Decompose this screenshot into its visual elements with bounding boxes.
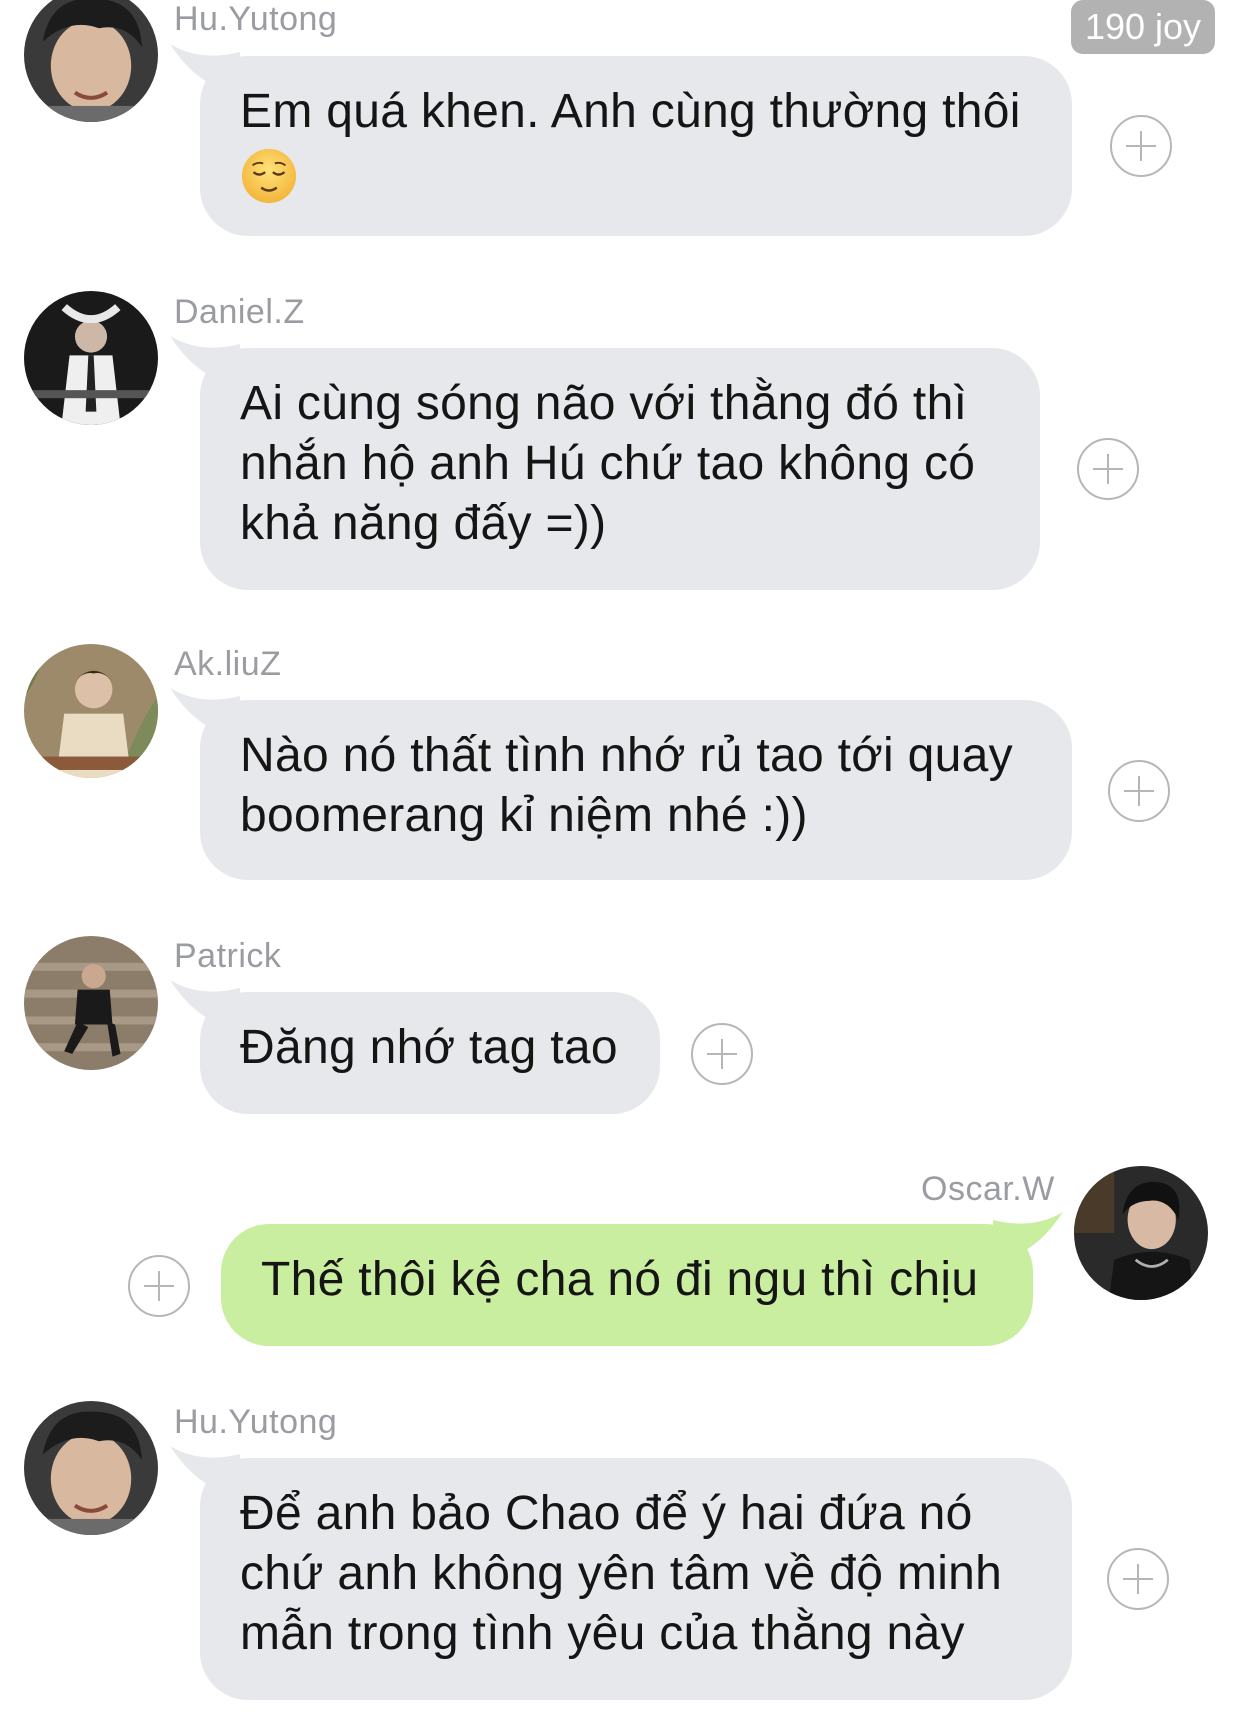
- avatar-oscar-w[interactable]: [1074, 1166, 1208, 1300]
- avatar-image: [24, 0, 158, 122]
- joy-points-badge: 190 joy: [1071, 0, 1215, 54]
- message-bubble[interactable]: Em quá khen. Anh cùng thường thôi: [170, 44, 1072, 236]
- add-reaction-button[interactable]: [1077, 438, 1139, 500]
- message-bubble[interactable]: Ai cùng sóng não với thằng đó thì nhắn h…: [170, 336, 1040, 590]
- message-text: Thế thôi kệ cha nó đi ngu thì chịu: [261, 1253, 979, 1306]
- bubble-tail: [170, 1446, 240, 1494]
- sender-name: Daniel.Z: [174, 293, 305, 331]
- message-text: Em quá khen. Anh cùng thường thôi: [240, 85, 1021, 138]
- sender-name: Ak.liuZ: [174, 645, 282, 683]
- bubble-tail: [170, 44, 240, 92]
- avatar-image: [24, 1401, 158, 1535]
- avatar-hu-yutong[interactable]: [24, 1401, 158, 1535]
- message-bubble[interactable]: Thế thôi kệ cha nó đi ngu thì chịu: [221, 1212, 1063, 1346]
- message-text: Để anh bảo Chao để ý hai đứa nó chứ anh …: [240, 1487, 1003, 1660]
- message-bubble[interactable]: Để anh bảo Chao để ý hai đứa nó chứ anh …: [170, 1446, 1072, 1700]
- message-bubble[interactable]: Đăng nhớ tag tao: [170, 980, 660, 1114]
- sender-name: Patrick: [174, 937, 282, 975]
- bubble-tail: [170, 336, 240, 384]
- bubble-tail: [170, 688, 240, 736]
- add-reaction-button[interactable]: [1110, 115, 1172, 177]
- avatar-image: [24, 291, 158, 425]
- avatar-hu-yutong[interactable]: [24, 0, 158, 122]
- bubble-tail: [993, 1212, 1063, 1260]
- sender-name: Hu.Yutong: [174, 1403, 338, 1441]
- avatar-image: [1074, 1166, 1208, 1300]
- bubble-tail: [170, 980, 240, 1028]
- add-reaction-button[interactable]: [1108, 760, 1170, 822]
- avatar-daniel-z[interactable]: [24, 291, 158, 425]
- message-text: Ai cùng sóng não với thằng đó thì nhắn h…: [240, 377, 976, 550]
- message-bubble[interactable]: Nào nó thất tình nhớ rủ tao tới quay boo…: [170, 688, 1072, 880]
- relieved-face-icon: [241, 149, 297, 204]
- add-reaction-button[interactable]: [128, 1255, 190, 1317]
- avatar-image: [24, 936, 158, 1070]
- add-reaction-button[interactable]: [691, 1023, 753, 1085]
- sender-name: Hu.Yutong: [174, 0, 338, 38]
- avatar-ak-liuz[interactable]: [24, 644, 158, 778]
- add-reaction-button[interactable]: [1107, 1548, 1169, 1610]
- message-text: Nào nó thất tình nhớ rủ tao tới quay boo…: [240, 729, 1013, 842]
- avatar-image: [24, 644, 158, 778]
- sender-name: Oscar.W: [921, 1170, 1055, 1208]
- message-text: Đăng nhớ tag tao: [240, 1021, 618, 1074]
- avatar-patrick[interactable]: [24, 936, 158, 1070]
